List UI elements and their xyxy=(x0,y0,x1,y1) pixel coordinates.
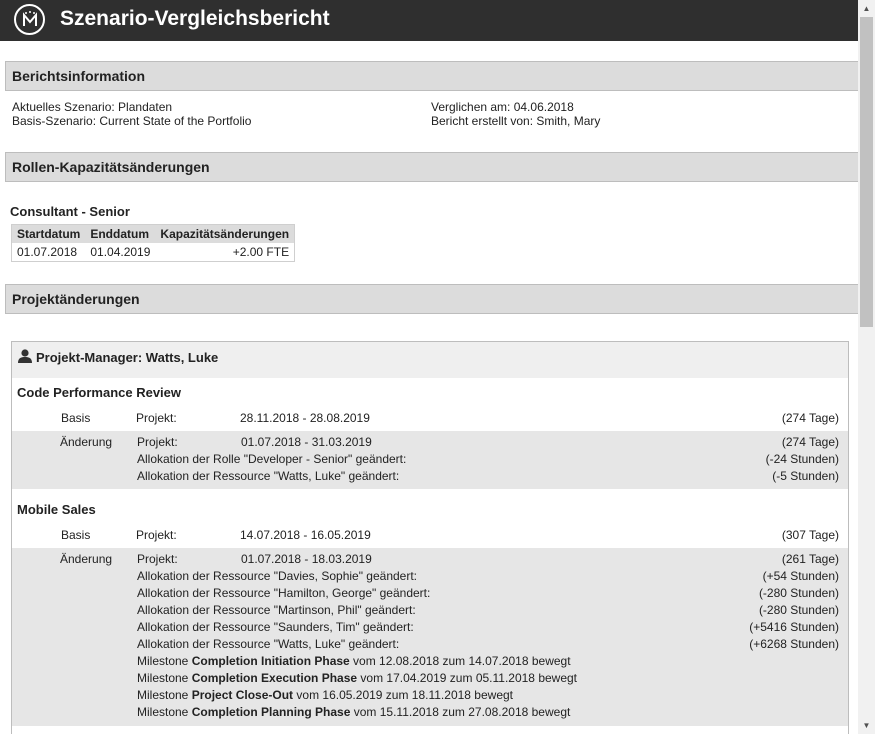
section-project-changes: Projektänderungen xyxy=(5,284,858,314)
base-row: Basis Projekt: 28.11.2018 - 28.08.2019 (… xyxy=(12,409,848,429)
logo-mark xyxy=(22,10,37,26)
change-duration: (274 Tage) xyxy=(781,435,839,449)
current-scenario: Aktuelles Szenario: Plandaten xyxy=(12,100,173,114)
column-header: Kapazitätsänderungen xyxy=(155,224,295,243)
column-header: Startdatum xyxy=(11,224,86,243)
project-label: Projekt: xyxy=(136,528,177,542)
base-label: Basis xyxy=(61,411,91,425)
change-value: (-24 Stunden) xyxy=(765,452,839,466)
project-label: Projekt: xyxy=(137,552,178,566)
change-item: Allokation der Ressource "Martinson, Phi… xyxy=(137,603,416,617)
change-dates: 01.07.2018 - 18.03.2019 xyxy=(241,552,372,566)
base-dates: 14.07.2018 - 16.05.2019 xyxy=(240,528,371,542)
milestone-item: Milestone Project Close-Out vom 16.05.20… xyxy=(137,688,513,702)
change-value: (+6268 Stunden) xyxy=(749,637,839,651)
change-value: (+5416 Stunden) xyxy=(749,620,839,634)
change-duration: (261 Tage) xyxy=(781,552,839,566)
report-content: Berichtsinformation Aktuelles Szenario: … xyxy=(0,41,858,734)
project-label: Projekt: xyxy=(137,435,178,449)
change-item: Allokation der Ressource "Hamilton, Geor… xyxy=(137,586,431,600)
change-value: (-280 Stunden) xyxy=(758,603,839,617)
change-value: (-5 Stunden) xyxy=(772,469,839,483)
base-row: Basis Projekt: 14.07.2018 - 16.05.2019 (… xyxy=(12,526,848,546)
change-block: Änderung Projekt: 01.07.2018 - 18.03.201… xyxy=(12,548,848,726)
project-title: Code Performance Review xyxy=(17,385,182,400)
project-title: Mobile Sales xyxy=(17,502,96,517)
milestone-item: Milestone Completion Planning Phase vom … xyxy=(137,705,571,719)
table-row: 01.07.2018 01.04.2019 +2.00 FTE xyxy=(12,243,295,262)
capacity-table: Startdatum Enddatum Kapazitätsänderungen… xyxy=(11,224,296,262)
change-item: Allokation der Ressource "Davies, Sophie… xyxy=(137,569,418,583)
project-label: Projekt: xyxy=(136,411,177,425)
change-item: Allokation der Ressource "Saunders, Tim"… xyxy=(137,620,414,634)
base-duration: (307 Tage) xyxy=(781,528,839,542)
change-item: Allokation der Ressource "Watts, Luke" g… xyxy=(137,637,400,651)
change-item: Allokation der Ressource "Watts, Luke" g… xyxy=(137,469,400,483)
table-cell: 01.04.2019 xyxy=(90,245,151,259)
change-item: Allokation der Rolle "Developer - Senior… xyxy=(137,452,407,466)
milestone-item: Milestone Completion Initiation Phase vo… xyxy=(137,654,571,668)
vertical-scrollbar[interactable]: ▲ ▼ xyxy=(858,0,875,734)
change-block: Änderung Projekt: 01.07.2018 - 31.03.201… xyxy=(12,431,848,489)
base-dates: 28.11.2018 - 28.08.2019 xyxy=(240,411,370,425)
created-by: Bericht erstellt von: Smith, Mary xyxy=(431,114,601,128)
project-manager-name: Projekt-Manager: Watts, Luke xyxy=(36,350,219,365)
logo-icon xyxy=(14,4,45,35)
app-header: Szenario-Vergleichsbericht xyxy=(0,0,858,41)
scroll-down-icon[interactable]: ▼ xyxy=(858,717,875,734)
base-label: Basis xyxy=(61,528,91,542)
scrollbar-thumb[interactable] xyxy=(860,17,873,327)
change-value: (-280 Stunden) xyxy=(758,586,839,600)
scroll-up-icon[interactable]: ▲ xyxy=(858,0,875,17)
project-manager-header: Projekt-Manager: Watts, Luke xyxy=(12,342,848,378)
change-label: Änderung xyxy=(60,552,113,566)
table-cell: 01.07.2018 xyxy=(17,245,78,259)
table-cell: +2.00 FTE xyxy=(232,245,290,259)
section-role-changes: Rollen-Kapazitätsänderungen xyxy=(5,152,858,182)
page-title: Szenario-Vergleichsbericht xyxy=(60,7,330,30)
change-dates: 01.07.2018 - 31.03.2019 xyxy=(241,435,372,449)
role-name: Consultant - Senior xyxy=(10,204,130,219)
change-label: Änderung xyxy=(60,435,113,449)
user-icon xyxy=(18,349,32,363)
base-duration: (274 Tage) xyxy=(781,411,839,425)
project-manager-panel: Projekt-Manager: Watts, Luke Code Perfor… xyxy=(11,341,849,734)
change-value: (+54 Stunden) xyxy=(762,569,839,583)
milestone-item: Milestone Completion Execution Phase vom… xyxy=(137,671,578,685)
column-header: Enddatum xyxy=(85,224,156,243)
table-header-row: Startdatum Enddatum Kapazitätsänderungen xyxy=(11,224,295,243)
base-scenario: Basis-Szenario: Current State of the Por… xyxy=(12,114,252,128)
section-report-info: Berichtsinformation xyxy=(5,61,858,91)
compared-on: Verglichen am: 04.06.2018 xyxy=(431,100,574,114)
